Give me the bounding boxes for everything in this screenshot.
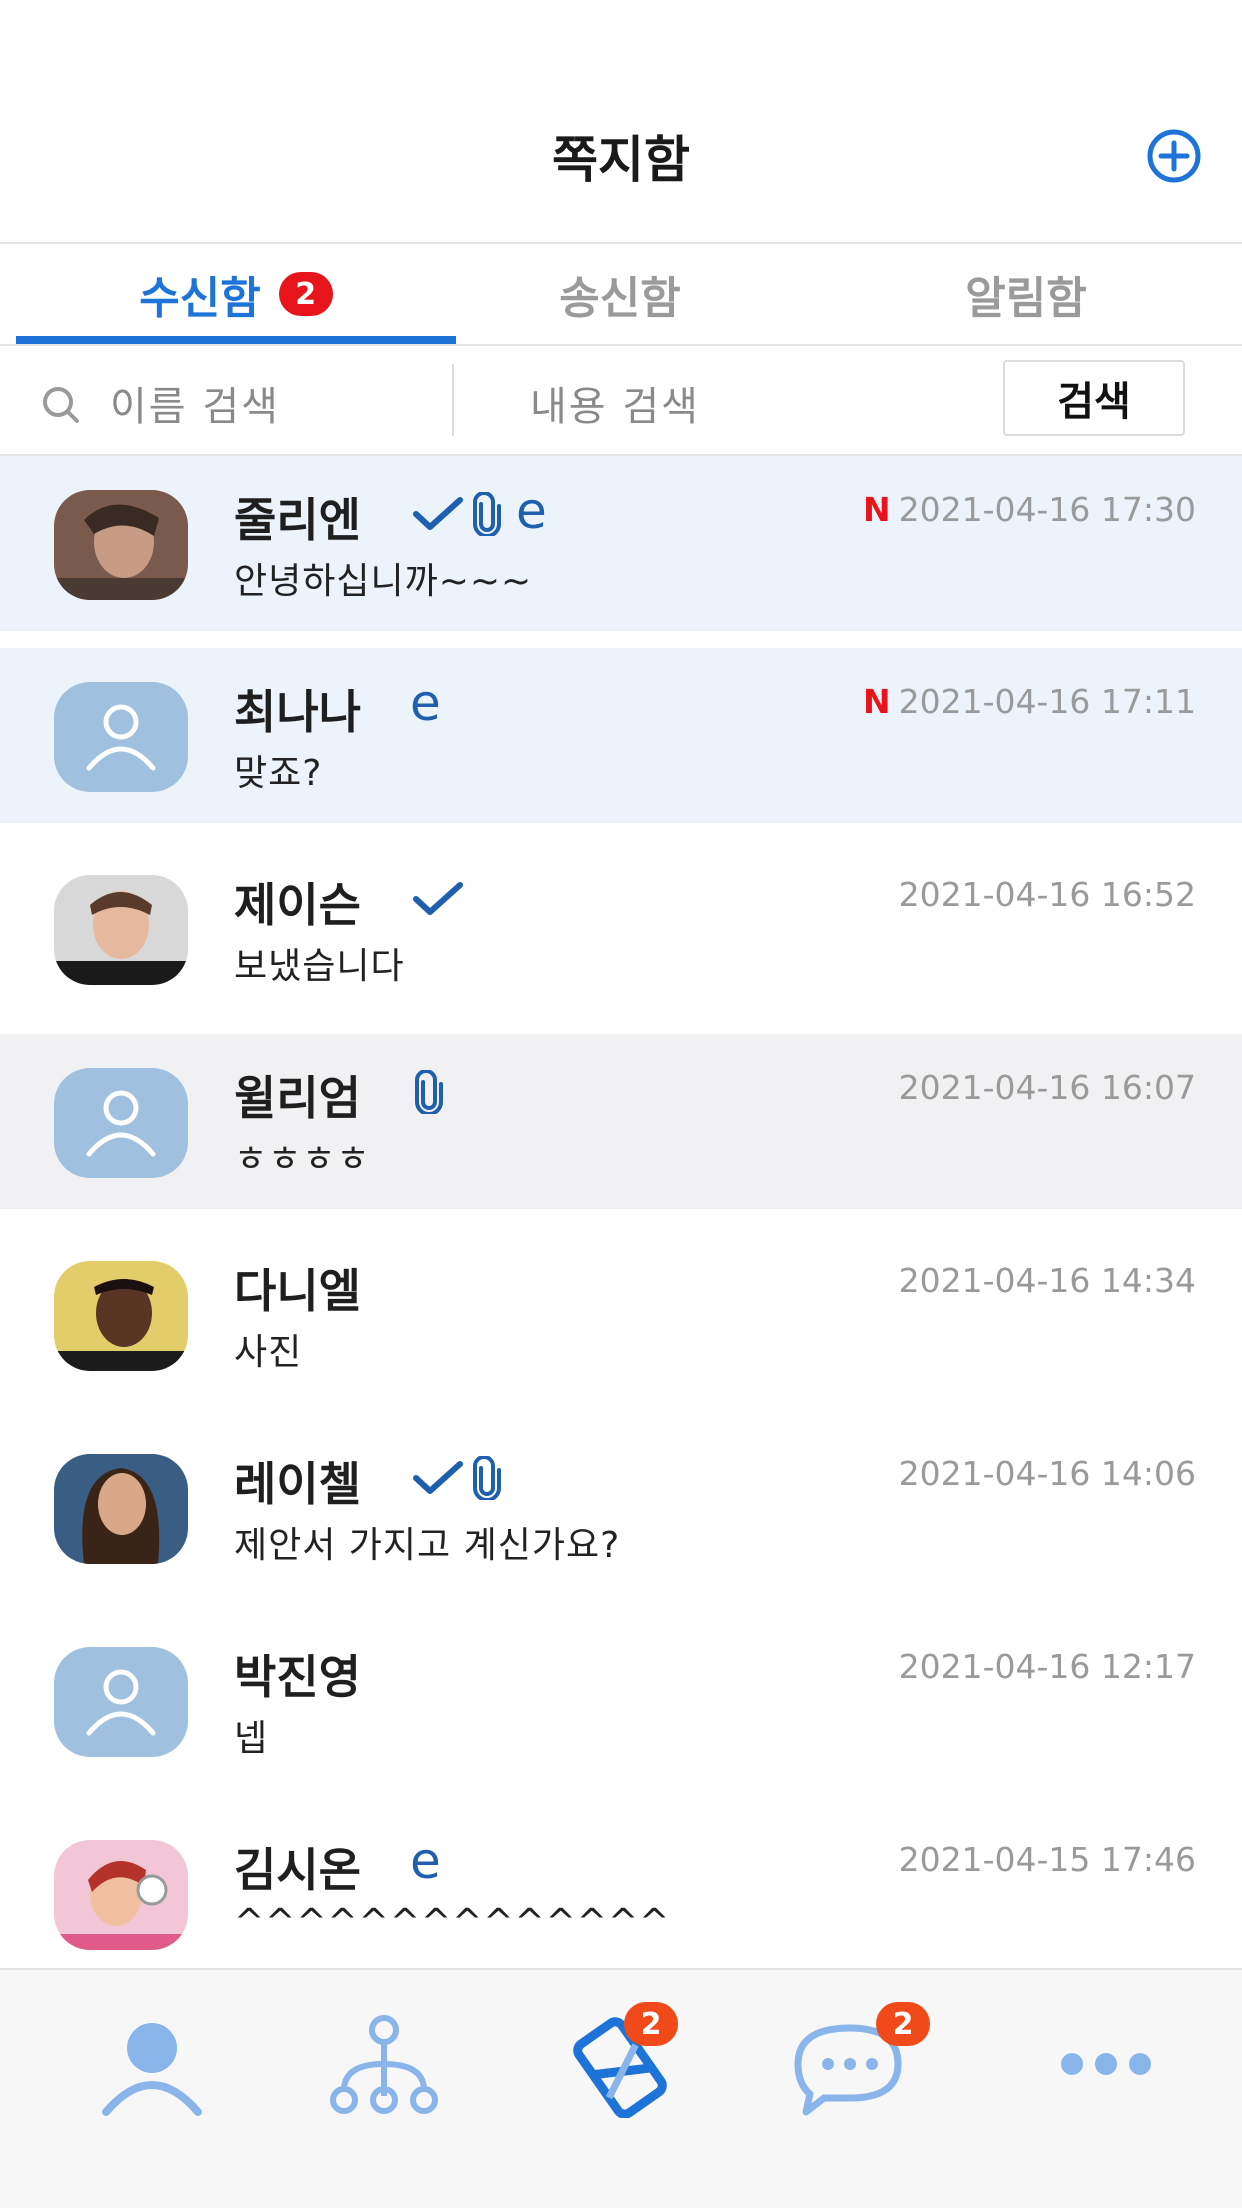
- mailbox-tabs: 수신함 2 송신함 알림함: [0, 244, 1242, 346]
- tab-notifications[interactable]: 알림함: [826, 244, 1226, 344]
- content-search-input[interactable]: 내용 검색: [530, 374, 700, 432]
- attachment-icon: [473, 1456, 501, 1500]
- message-preview: 제안서 가지고 계신가요?: [234, 1525, 621, 1566]
- search-button[interactable]: 검색: [1003, 360, 1185, 436]
- tab-inbox-label: 수신함: [139, 273, 261, 324]
- sender-name: 다니엘: [234, 1264, 361, 1318]
- message-preview: 안녕하십니까~~~: [234, 561, 533, 602]
- name-search-input[interactable]: 이름 검색: [110, 374, 280, 432]
- message-datetime-group: N 2021-04-16 17:30: [863, 490, 1196, 529]
- read-check-icon: [413, 497, 463, 530]
- message-row[interactable]: 다니엘 2021-04-16 14:34 사진: [0, 1227, 1242, 1402]
- message-preview: ㅎㅎㅎㅎ: [234, 1139, 371, 1180]
- tab-sent-label: 송신함: [559, 273, 681, 324]
- header: 쪽지함: [0, 0, 1242, 244]
- tab-inbox[interactable]: 수신함 2: [16, 244, 456, 344]
- more-icon: [1061, 2053, 1151, 2075]
- new-badge: N: [863, 682, 891, 721]
- message-row[interactable]: 제이슨 2021-04-16 16:52 보냈습니다: [0, 841, 1242, 1016]
- tab-notifications-label: 알림함: [965, 273, 1087, 324]
- sender-name: 최나나: [234, 685, 361, 739]
- sender-name: 레이첼: [234, 1457, 361, 1511]
- email-icon: e: [516, 482, 547, 540]
- chat-count-badge: 2: [876, 2002, 930, 2046]
- message-datetime: 2021-04-16 12:17: [898, 1647, 1196, 1686]
- bottom-nav: 2 2: [0, 1968, 1242, 2208]
- plus-circle-icon[interactable]: [1146, 128, 1202, 184]
- avatar: [54, 1840, 188, 1950]
- avatar: [54, 1261, 188, 1371]
- message-datetime: 2021-04-16 16:52: [898, 875, 1196, 914]
- message-row[interactable]: 줄리엔 e N 2021-04-16 17:30 안녕하십니까~~~: [0, 456, 1242, 631]
- nav-organization[interactable]: [324, 2008, 444, 2118]
- active-tab-indicator: [16, 336, 456, 344]
- search-divider: [452, 364, 454, 436]
- sender-name: 박진영: [234, 1650, 361, 1704]
- email-icon: e: [410, 1832, 441, 1890]
- avatar: [54, 1454, 188, 1564]
- nav-notes[interactable]: 2: [560, 2002, 680, 2119]
- message-row[interactable]: 김시온 e 2021-04-15 17:46 ^^^^^^^^^^^^^^: [0, 1806, 1242, 1981]
- default-avatar-icon: [54, 682, 188, 792]
- message-datetime: 2021-04-16 16:07: [898, 1068, 1196, 1107]
- attachment-icon: [415, 1070, 443, 1114]
- page-title: 쪽지함: [552, 131, 690, 189]
- sender-name: 줄리엔: [234, 493, 361, 547]
- attachment-icon: [473, 492, 501, 536]
- message-row[interactable]: 레이첼 2021-04-16 14:06 제안서 가지고 계신가요?: [0, 1420, 1242, 1595]
- message-row[interactable]: 윌리엄 2021-04-16 16:07 ㅎㅎㅎㅎ: [0, 1034, 1242, 1209]
- sender-name: 김시온: [234, 1843, 361, 1897]
- nav-chat[interactable]: 2: [790, 2002, 930, 2118]
- nav-contacts[interactable]: [92, 2008, 212, 2118]
- person-icon: [102, 2023, 202, 2116]
- message-preview: 맞죠?: [234, 753, 323, 794]
- default-avatar-icon: [54, 1647, 188, 1757]
- org-chart-icon: [330, 2015, 438, 2114]
- avatar: [54, 490, 188, 600]
- read-check-icon: [413, 882, 463, 915]
- new-badge: N: [863, 490, 891, 529]
- message-preview: 사진: [234, 1332, 303, 1373]
- read-check-icon: [413, 1461, 463, 1494]
- message-datetime: 2021-04-16 14:34: [898, 1261, 1196, 1300]
- message-preview: ^^^^^^^^^^^^^^: [234, 1902, 671, 1943]
- message-row[interactable]: 최나나 e N 2021-04-16 17:11 맞죠?: [0, 648, 1242, 823]
- inbox-count-badge: 2: [278, 272, 333, 316]
- message-preview: 넵: [234, 1718, 269, 1759]
- sender-name: 윌리엄: [234, 1071, 361, 1125]
- search-bar: 이름 검색 내용 검색 검색: [0, 346, 1242, 456]
- default-avatar-icon: [54, 1068, 188, 1178]
- tab-sent[interactable]: 송신함: [420, 244, 820, 344]
- email-icon: e: [410, 674, 441, 732]
- message-datetime: 2021-04-16 17:30: [898, 490, 1196, 529]
- search-icon: [43, 387, 79, 423]
- message-datetime: 2021-04-15 17:46: [898, 1840, 1196, 1879]
- message-datetime: 2021-04-16 14:06: [898, 1454, 1196, 1493]
- notes-count-badge: 2: [624, 2002, 678, 2046]
- message-datetime: 2021-04-16 17:11: [898, 682, 1196, 721]
- sender-name: 제이슨: [234, 878, 361, 932]
- avatar: [54, 875, 188, 985]
- message-preview: 보냈습니다: [234, 946, 405, 987]
- nav-more[interactable]: [1048, 2008, 1168, 2118]
- message-row[interactable]: 박진영 2021-04-16 12:17 넵: [0, 1613, 1242, 1788]
- message-datetime-group: N 2021-04-16 17:11: [863, 682, 1196, 721]
